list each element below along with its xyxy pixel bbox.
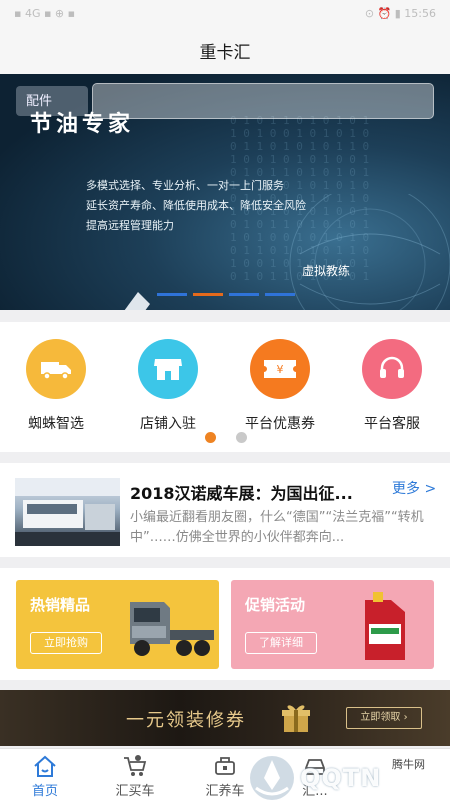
buy-now-button[interactable]: 立即抢购	[30, 632, 102, 654]
search-input[interactable]	[92, 83, 434, 119]
page-title: 重卡汇	[199, 42, 251, 63]
promo-card-title: 促销活动	[245, 596, 306, 614]
promo-card-sale-event[interactable]: 促销活动 了解详细	[231, 580, 434, 669]
hero-banner[interactable]: 0 1 0 1 1 0 1 0 1 0 1 1 0 1 0 0 1 0 1 0 …	[0, 74, 450, 310]
quick-actions: 蜘蛛智选 店铺入驻 ¥ 平台优惠券 平台客服	[0, 322, 450, 452]
banner-copy: 多模式选择、专业分析、一对一上门服务 延长资产寿命、降低使用成本、降低安全风险 …	[86, 176, 306, 236]
watermark-text: QQTN	[300, 764, 382, 792]
promo-cards: 热销精品 立即抢购 促销活动 了解详细	[0, 568, 450, 680]
connector-plug-graphic	[124, 292, 150, 310]
coupon-icon: ¥	[250, 339, 310, 399]
banner-line: 延长资产寿命、降低使用成本、降低安全风险	[86, 199, 306, 212]
home-icon	[31, 754, 59, 778]
banner-tag: 虚拟教练	[302, 264, 351, 278]
promo-card-hot-sale[interactable]: 热销精品 立即抢购	[16, 580, 219, 669]
quick-action-label: 平台客服	[364, 416, 420, 432]
status-right: ⊙ ⏰ ▮ 15:56	[364, 6, 436, 20]
banner-dot-active[interactable]	[193, 293, 223, 296]
quick-action-label: 店铺入驻	[140, 416, 196, 432]
banner-dot[interactable]	[157, 293, 187, 296]
banner-line: 多模式选择、专业分析、一对一上门服务	[86, 179, 284, 192]
quick-action-coupon[interactable]: ¥ 平台优惠券	[230, 339, 330, 433]
oil-jug-image	[365, 592, 405, 660]
gift-icon	[282, 705, 310, 732]
ad-text: 一元领装修券	[126, 710, 246, 731]
quick-action-support[interactable]: 平台客服	[342, 339, 442, 433]
quick-actions-pager	[205, 432, 247, 443]
svg-text:¥: ¥	[277, 363, 284, 376]
news-title[interactable]: 2018汉诺威车展：为国出征...	[130, 480, 370, 504]
tab-label: 首页	[31, 784, 58, 799]
quick-action-spider-select[interactable]: 蜘蛛智选	[6, 339, 106, 433]
app-title-bar: 重卡汇	[0, 26, 450, 74]
quick-action-label: 蜘蛛智选	[28, 416, 84, 432]
truck-image	[130, 602, 214, 656]
truck-icon	[26, 339, 86, 399]
claim-now-button[interactable]: 立即领取 ›	[346, 707, 422, 729]
learn-more-button[interactable]: 了解详细	[245, 632, 317, 654]
news-thumbnail	[15, 478, 120, 546]
headset-icon	[362, 339, 422, 399]
shop-icon	[138, 339, 198, 399]
news-item[interactable]: 2018汉诺威车展：为国出征... 更多 > 小编最近翻看朋友圈，什么“德国”“…	[0, 463, 450, 557]
quick-action-shop-join[interactable]: 店铺入驻	[118, 339, 218, 433]
promo-card-title: 热销精品	[30, 596, 91, 614]
tab-buy-car[interactable]: 汇买车	[100, 754, 170, 799]
watermark-small: 腾牛网	[392, 758, 425, 771]
news-more-link[interactable]: 更多 >	[392, 478, 436, 498]
maintenance-icon	[211, 754, 239, 778]
quick-action-label: 平台优惠券	[245, 416, 315, 432]
status-bar: ▪ 4G ▪ ⊕ ▪ ⊙ ⏰ ▮ 15:56	[0, 0, 450, 26]
pager-dot-active[interactable]	[205, 432, 216, 443]
banner-dot[interactable]	[265, 293, 295, 296]
cart-icon	[121, 754, 149, 778]
news-description: 小编最近翻看朋友圈，什么“德国”“法兰克福”“转机中”……仿佛全世界的小伙伴都奔…	[130, 510, 424, 545]
banner-dot[interactable]	[229, 293, 259, 296]
pager-dot[interactable]	[236, 432, 247, 443]
tab-label: 汇买车	[115, 784, 155, 799]
tab-home[interactable]: 首页	[10, 754, 80, 799]
banner-headline: 节油专家	[30, 112, 135, 137]
banner-line: 提高远程管理能力	[86, 219, 174, 232]
banner-carousel-indicator	[157, 293, 295, 296]
status-left: ▪ 4G ▪ ⊕ ▪	[14, 6, 76, 20]
